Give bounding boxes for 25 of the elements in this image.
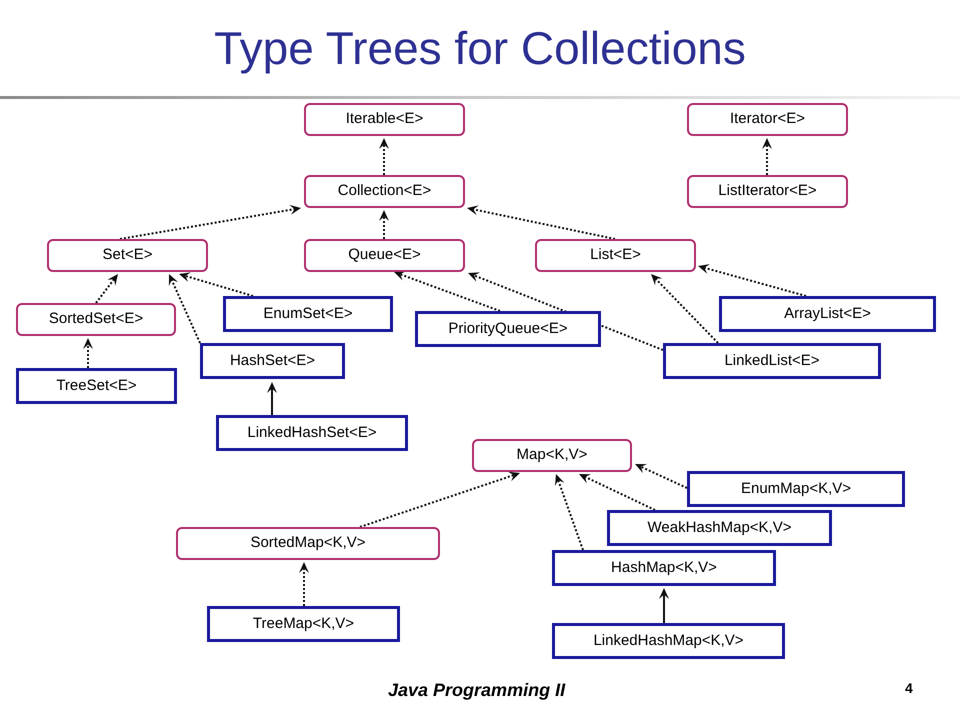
type-node: LinkedList<E> (663, 343, 881, 379)
type-node: List<E> (535, 239, 696, 272)
type-node: PriorityQueue<E> (415, 311, 601, 347)
type-node: LinkedHashMap<K,V> (552, 623, 785, 659)
type-node: EnumMap<K,V> (687, 471, 905, 507)
slide-title: Type Trees for Collections (214, 25, 746, 71)
type-node: HashMap<K,V> (552, 550, 776, 586)
page-number: 4 (905, 679, 913, 698)
type-node: SortedMap<K,V> (176, 527, 440, 560)
type-node: TreeSet<E> (16, 368, 177, 404)
type-node: WeakHashMap<K,V> (607, 510, 832, 546)
type-node: HashSet<E> (200, 343, 345, 379)
type-node: ListIterator<E> (687, 175, 848, 208)
type-node: EnumSet<E> (223, 296, 393, 332)
type-node: Iterable<E> (304, 103, 465, 136)
type-node: TreeMap<K,V> (207, 606, 400, 642)
type-node: Map<K,V> (472, 439, 632, 472)
type-node: SortedSet<E> (16, 303, 176, 336)
type-node: ArrayList<E> (719, 296, 936, 332)
type-node: Set<E> (47, 239, 208, 272)
type-node: LinkedHashSet<E> (216, 415, 408, 451)
type-node: Iterator<E> (687, 103, 848, 136)
course-name: Java Programming II (388, 679, 566, 702)
type-node: Queue<E> (304, 239, 465, 272)
type-node: Collection<E> (304, 175, 465, 208)
